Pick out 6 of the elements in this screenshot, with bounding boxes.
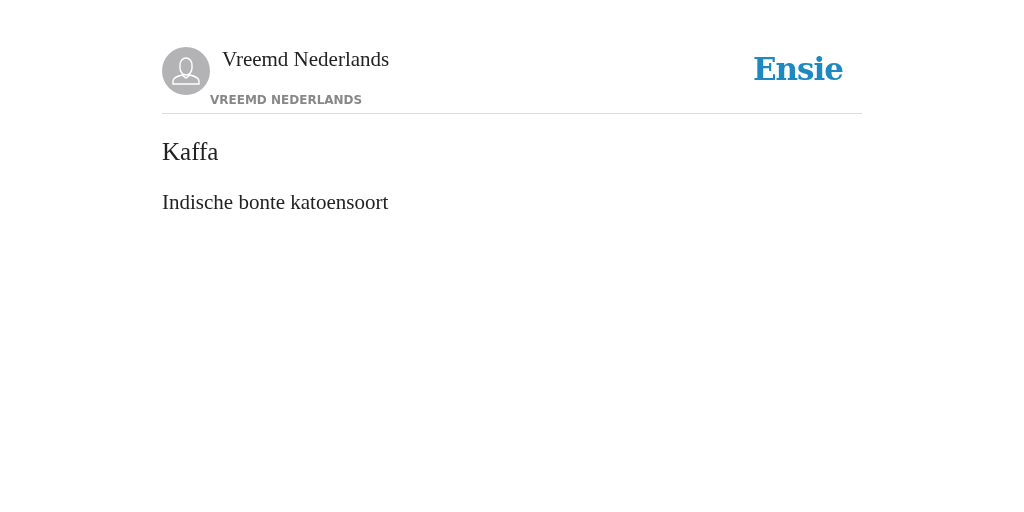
entry-definition: Indische bonte katoensoort: [162, 190, 390, 215]
category-label: VREEMD NEDERLANDS: [210, 93, 364, 107]
author-name[interactable]: Vreemd Nederlands: [222, 47, 390, 72]
entry-title: Kaffa: [162, 138, 220, 166]
site-logo[interactable]: Ensie: [752, 51, 843, 107]
avatar-icon: [162, 47, 210, 95]
